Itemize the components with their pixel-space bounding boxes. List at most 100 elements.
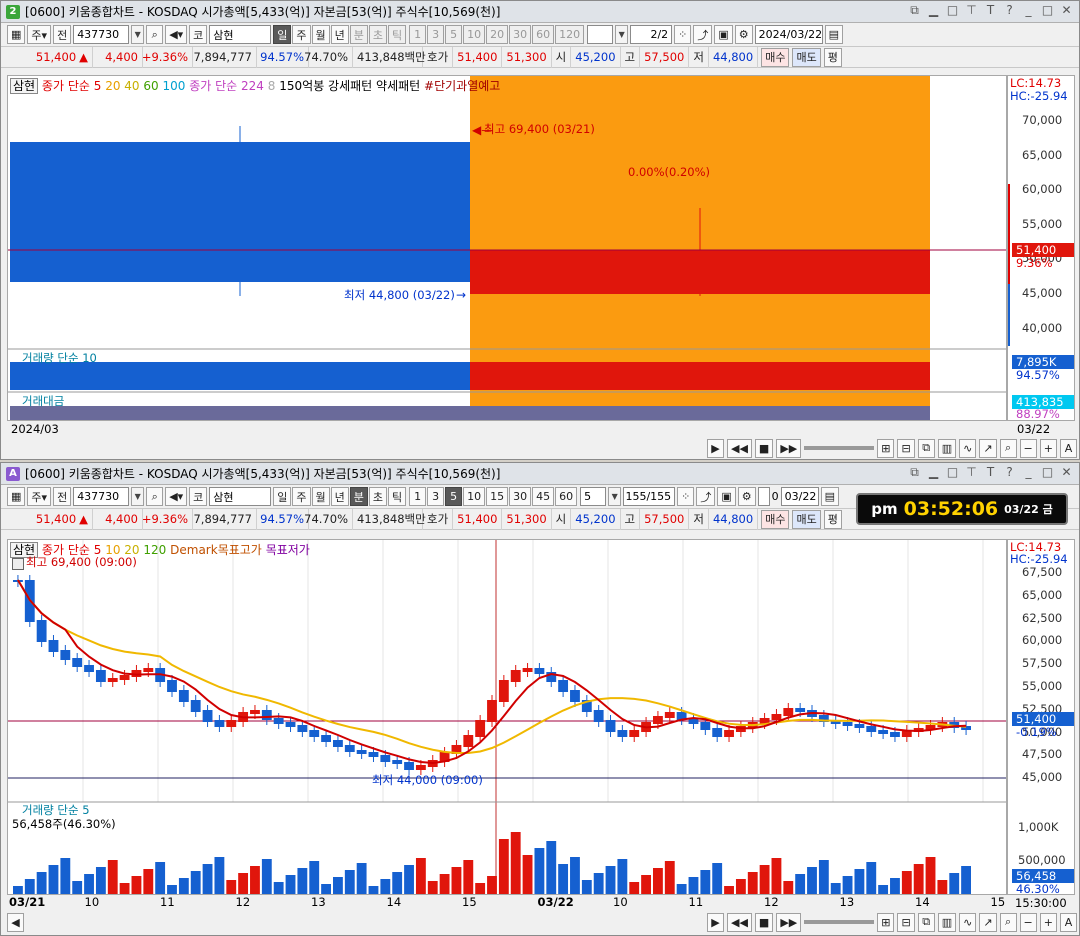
num-button-3[interactable]: 10	[463, 25, 486, 44]
period-button-2[interactable]: 월	[311, 487, 330, 506]
split-icon[interactable]: ⊟	[897, 912, 915, 932]
line-icon[interactable]: ∿	[959, 438, 977, 458]
minimize2-icon[interactable]: _	[1022, 3, 1035, 18]
trend-icon[interactable]: ⤴	[696, 487, 716, 506]
price-scale-2[interactable]: LC:14.73 HC:-25.94 67,500 65,000 62,500 60,…	[1007, 539, 1075, 895]
checkbox[interactable]	[757, 487, 770, 506]
draw-icon[interactable]: ↗	[979, 912, 997, 932]
period-button-2[interactable]: 월	[311, 25, 330, 44]
stop-icon[interactable]: ■	[754, 912, 774, 932]
zoom-slider[interactable]	[804, 920, 875, 924]
search-icon[interactable]: ⌕	[146, 25, 164, 44]
num-button-2[interactable]: 5	[445, 25, 463, 44]
grid-menu-icon[interactable]: ▦	[7, 487, 26, 506]
sound-icon[interactable]: ◀▾	[165, 25, 188, 44]
avg-button[interactable]: 평	[823, 509, 842, 529]
all-button[interactable]: 전	[53, 25, 72, 44]
page-field[interactable]: 155/155	[623, 487, 676, 506]
scroll-last-icon[interactable]: ▶▶	[776, 912, 802, 932]
num-button-1[interactable]: 3	[427, 487, 445, 506]
zoom-slider[interactable]	[804, 446, 875, 450]
text-icon[interactable]: T	[984, 465, 997, 480]
buy-button[interactable]: 매수	[761, 47, 790, 67]
text-icon[interactable]: T	[984, 3, 997, 18]
num-button-4[interactable]: 15	[486, 487, 509, 506]
trend-icon[interactable]: ⤴	[693, 25, 713, 44]
scroll-first-icon[interactable]: ◀◀	[727, 912, 752, 932]
num-button-1[interactable]: 3	[427, 25, 445, 44]
code-dropdown-icon[interactable]: ▼	[131, 25, 145, 44]
sell-button[interactable]: 매도	[792, 509, 821, 529]
split-icon[interactable]: ⊟	[897, 438, 915, 458]
stop-icon[interactable]: ■	[754, 438, 774, 458]
period-button-5[interactable]: 초	[368, 25, 388, 44]
date-field[interactable]: 2024/03/22	[754, 25, 823, 44]
code-input[interactable]: 437730	[73, 25, 130, 44]
tools-icon[interactable]: ⁘	[674, 25, 692, 44]
period-button-3[interactable]: 년	[330, 487, 349, 506]
grid-menu-icon[interactable]: ▦	[7, 25, 26, 44]
line-icon[interactable]: ∿	[959, 912, 977, 932]
zoom-icon[interactable]: ⌕	[999, 438, 1017, 458]
num-button-5[interactable]: 30	[509, 487, 532, 506]
layout-icon[interactable]: ⊞	[877, 912, 895, 932]
period-button-6[interactable]: 틱	[388, 487, 407, 506]
close-icon[interactable]: ✕	[1060, 465, 1073, 480]
stock-name-field[interactable]: 삼현	[209, 487, 272, 506]
font-icon[interactable]: A	[1059, 912, 1077, 932]
font-icon[interactable]: A	[1059, 438, 1077, 458]
restore-icon[interactable]: ⧉	[908, 3, 921, 18]
num-button-4[interactable]: 20	[486, 25, 509, 44]
num-button-2[interactable]: 5	[445, 487, 463, 506]
page-field[interactable]: 2/2	[630, 25, 673, 44]
period-button-1[interactable]: 주	[292, 25, 311, 44]
period-button-4[interactable]: 분	[349, 487, 368, 506]
save-icon[interactable]: ▣	[714, 25, 733, 44]
tools-icon[interactable]: ⁘	[677, 487, 695, 506]
calendar-icon[interactable]: ▤	[820, 487, 840, 506]
scroll-last-icon[interactable]: ▶▶	[776, 438, 802, 458]
help-icon[interactable]: ?	[1003, 465, 1016, 480]
plus-icon[interactable]: +	[1039, 438, 1057, 458]
search-icon[interactable]: ⌕	[146, 487, 164, 506]
stock-type-select[interactable]: 주▾	[27, 487, 52, 506]
calc-icon[interactable]	[12, 558, 24, 570]
avg-button[interactable]: 평	[823, 47, 842, 67]
num-button-0[interactable]: 1	[409, 487, 427, 506]
period-button-0[interactable]: 일	[273, 25, 292, 44]
num-button-0[interactable]: 1	[409, 25, 427, 44]
pin-icon[interactable]: ⊤	[965, 3, 978, 18]
bar-icon[interactable]: ▥	[937, 438, 957, 458]
sell-button[interactable]: 매도	[792, 47, 821, 67]
price-chart-area[interactable]: ◀— → 삼현 종가 단순 5 20 40 60 100 종가 단순 224 8…	[7, 75, 1007, 421]
period-button-3[interactable]: 년	[330, 25, 349, 44]
period-button-0[interactable]: 일	[273, 487, 292, 506]
all-button[interactable]: 전	[53, 487, 72, 506]
price-scale[interactable]: LC:14.73 HC:-25.94 70,000 65,000 60,000 55,…	[1007, 75, 1075, 421]
intraday-chart-area[interactable]: 삼현 종가 단순 5 10 20 120 Demark목표고가 목표저가 최고 …	[7, 539, 1007, 895]
layout-icon[interactable]: ⊞	[877, 438, 895, 458]
num-button-5[interactable]: 30	[509, 25, 532, 44]
stock-name-field[interactable]: 삼현	[209, 25, 272, 44]
tile-icon[interactable]: ⧉	[917, 438, 935, 458]
pin-icon[interactable]: ⊤	[965, 465, 978, 480]
period-button-4[interactable]: 분	[349, 25, 368, 44]
period-button-1[interactable]: 주	[292, 487, 311, 506]
scroll-first-icon[interactable]: ◀◀	[727, 438, 752, 458]
close-icon[interactable]: ✕	[1060, 3, 1073, 18]
period-button-6[interactable]: 틱	[388, 25, 407, 44]
calendar-icon[interactable]: ▤	[824, 25, 844, 44]
gear-icon[interactable]: ⚙	[734, 25, 753, 44]
maximize2-icon[interactable]: □	[1041, 465, 1054, 480]
save-icon[interactable]: ▣	[717, 487, 736, 506]
maximize2-icon[interactable]: □	[1041, 3, 1054, 18]
draw-icon[interactable]: ↗	[979, 438, 997, 458]
plus-icon[interactable]: +	[1039, 912, 1057, 932]
interval-field[interactable]: 5	[580, 487, 607, 506]
num-button-7[interactable]: 60	[555, 487, 578, 506]
maximize-icon[interactable]: □	[946, 3, 959, 18]
minimize-icon[interactable]: ▁	[927, 3, 940, 18]
period-button-5[interactable]: 초	[368, 487, 388, 506]
stock-type-select[interactable]: 주▾	[27, 25, 52, 44]
date-field[interactable]: 03/22	[780, 487, 819, 506]
